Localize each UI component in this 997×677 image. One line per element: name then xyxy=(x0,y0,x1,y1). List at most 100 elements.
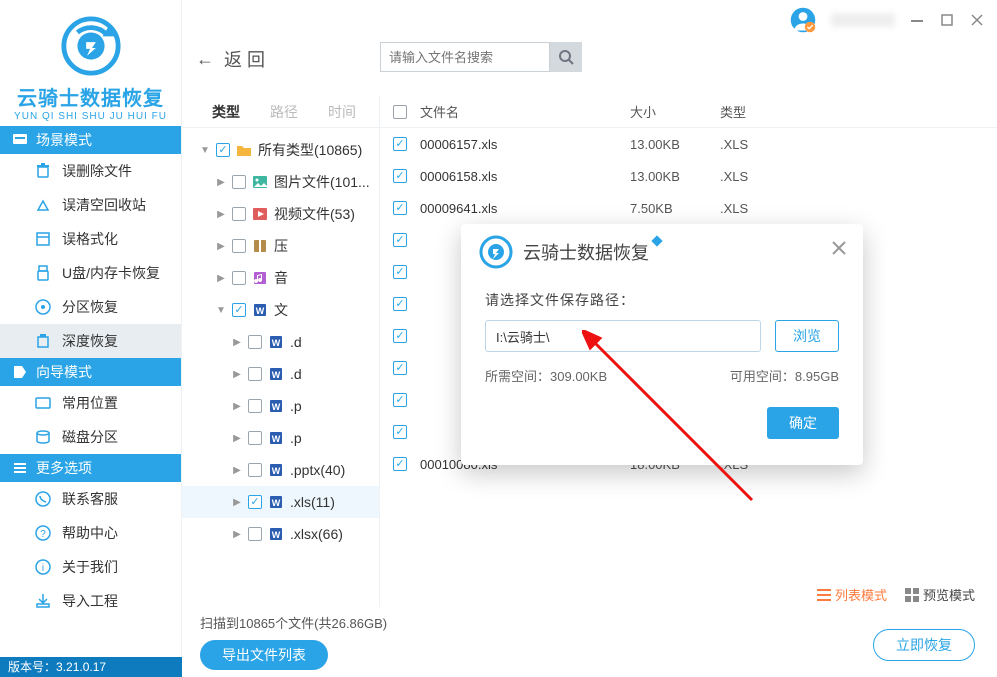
tree-checkbox[interactable] xyxy=(248,495,262,509)
back-arrow-icon[interactable]: ← xyxy=(196,49,214,70)
tree-checkbox[interactable] xyxy=(232,207,246,221)
tree-type-icon xyxy=(252,238,268,254)
tree-row[interactable]: ▼W文 xyxy=(182,294,379,326)
file-checkbox[interactable] xyxy=(393,265,407,279)
tree-checkbox[interactable] xyxy=(248,463,262,477)
file-checkbox[interactable] xyxy=(393,233,407,247)
tab-time[interactable]: 时间 xyxy=(328,102,356,122)
expand-icon[interactable]: ▶ xyxy=(232,497,242,508)
tree-row[interactable]: ▶W.xls(11) xyxy=(182,486,379,518)
view-mode-preview[interactable]: 预览模式 xyxy=(905,585,975,604)
svg-text:W: W xyxy=(272,466,281,476)
sidebar-item[interactable]: 深度恢复 xyxy=(0,324,181,358)
file-size: 7.50KB xyxy=(630,201,720,216)
search-button[interactable] xyxy=(550,42,582,72)
tree-checkbox[interactable] xyxy=(248,431,262,445)
dialog-header: 云骑士数据恢复 xyxy=(461,224,863,280)
minimize-button[interactable] xyxy=(909,12,925,28)
tree-row[interactable]: ▶图片文件(101... xyxy=(182,166,379,198)
file-row[interactable]: 00006158.xls13.00KB.XLS xyxy=(380,160,997,192)
expand-icon[interactable]: ▶ xyxy=(232,337,242,348)
tree-checkbox[interactable] xyxy=(232,175,246,189)
sidebar-item[interactable]: 误删除文件 xyxy=(0,154,181,188)
tree-checkbox[interactable] xyxy=(216,143,230,157)
tree-checkbox[interactable] xyxy=(248,399,262,413)
view-mode-list[interactable]: 列表模式 xyxy=(817,585,887,604)
file-checkbox[interactable] xyxy=(393,169,407,183)
expand-icon[interactable]: ▶ xyxy=(232,433,242,444)
sidebar-item[interactable]: 磁盘分区 xyxy=(0,420,181,454)
export-button[interactable]: 导出文件列表 xyxy=(200,640,328,670)
tree-row[interactable]: ▶W.xlsx(66) xyxy=(182,518,379,550)
view-mode-preview-label: 预览模式 xyxy=(923,585,975,604)
sidebar-item[interactable]: 常用位置 xyxy=(0,386,181,420)
browse-button[interactable]: 浏览 xyxy=(775,320,839,352)
tree-checkbox[interactable] xyxy=(232,239,246,253)
tree-checkbox[interactable] xyxy=(248,367,262,381)
file-row[interactable]: 00006157.xls13.00KB.XLS xyxy=(380,128,997,160)
sidebar-item[interactable]: 分区恢复 xyxy=(0,290,181,324)
tree-checkbox[interactable] xyxy=(232,271,246,285)
path-input[interactable] xyxy=(485,320,761,352)
expand-icon[interactable]: ▶ xyxy=(232,401,242,412)
tree-checkbox[interactable] xyxy=(248,527,262,541)
file-checkbox[interactable] xyxy=(393,425,407,439)
close-icon xyxy=(831,240,847,256)
tree-row[interactable]: ▶W.d xyxy=(182,326,379,358)
search-input[interactable] xyxy=(380,42,550,72)
expand-icon[interactable]: ▶ xyxy=(232,465,242,476)
tree-row[interactable]: ▶W.p xyxy=(182,422,379,454)
recover-button[interactable]: 立即恢复 xyxy=(873,629,975,661)
sidebar-item[interactable]: ?帮助中心 xyxy=(0,516,181,550)
tree-label: 文 xyxy=(274,300,379,320)
file-checkbox[interactable] xyxy=(393,137,407,151)
file-checkbox[interactable] xyxy=(393,393,407,407)
expand-icon[interactable]: ▶ xyxy=(216,177,226,188)
file-header-checkbox[interactable] xyxy=(393,105,407,119)
scene-icon xyxy=(12,132,28,148)
tab-type[interactable]: 类型 xyxy=(212,102,240,122)
tree-row[interactable]: ▶W.pptx(40) xyxy=(182,454,379,486)
tree-row[interactable]: ▶W.p xyxy=(182,390,379,422)
tree-checkbox[interactable] xyxy=(232,303,246,317)
expand-icon[interactable]: ▶ xyxy=(232,529,242,540)
expand-icon[interactable]: ▼ xyxy=(200,145,210,156)
maximize-button[interactable] xyxy=(939,12,955,28)
tree-row[interactable]: ▶音 xyxy=(182,262,379,294)
tree-row[interactable]: ▶视频文件(53) xyxy=(182,198,379,230)
file-checkbox[interactable] xyxy=(393,297,407,311)
expand-icon[interactable]: ▶ xyxy=(216,209,226,220)
close-button[interactable] xyxy=(969,12,985,28)
sidebar-item[interactable]: 误清空回收站 xyxy=(0,188,181,222)
sidebar-item[interactable]: 导入工程 xyxy=(0,584,181,618)
tree-row[interactable]: ▶W.d xyxy=(182,358,379,390)
sidebar-item-icon xyxy=(34,230,52,248)
sidebar-item[interactable]: U盘/内存卡恢复 xyxy=(0,256,181,290)
expand-icon[interactable]: ▶ xyxy=(216,273,226,284)
tree-row[interactable]: ▶压 xyxy=(182,230,379,262)
file-header-type[interactable]: 类型 xyxy=(720,102,790,121)
tree-checkbox[interactable] xyxy=(248,335,262,349)
sidebar-item-label: 误删除文件 xyxy=(62,161,132,181)
expand-icon[interactable]: ▼ xyxy=(216,305,226,316)
back-nav[interactable]: ← 返 回 xyxy=(196,46,265,72)
user-avatar-icon[interactable] xyxy=(789,6,817,34)
file-row[interactable]: 00009641.xls7.50KB.XLS xyxy=(380,192,997,224)
sidebar-item[interactable]: i关于我们 xyxy=(0,550,181,584)
expand-icon[interactable]: ▶ xyxy=(232,369,242,380)
file-checkbox[interactable] xyxy=(393,329,407,343)
file-checkbox[interactable] xyxy=(393,201,407,215)
dialog-close-button[interactable] xyxy=(831,240,847,259)
sidebar-item[interactable]: 联系客服 xyxy=(0,482,181,516)
file-size: 13.00KB xyxy=(630,137,720,152)
ok-button[interactable]: 确定 xyxy=(767,407,839,439)
sidebar-item[interactable]: 误格式化 xyxy=(0,222,181,256)
file-checkbox[interactable] xyxy=(393,361,407,375)
tab-path[interactable]: 路径 xyxy=(270,102,298,122)
file-header-name[interactable]: 文件名 xyxy=(420,102,630,121)
tree-row[interactable]: ▼所有类型(10865) xyxy=(182,134,379,166)
expand-icon[interactable]: ▶ xyxy=(216,241,226,252)
file-header-size[interactable]: 大小 xyxy=(630,102,720,121)
scan-summary: 扫描到10865个文件(共26.86GB) xyxy=(200,607,979,632)
file-checkbox[interactable] xyxy=(393,457,407,471)
